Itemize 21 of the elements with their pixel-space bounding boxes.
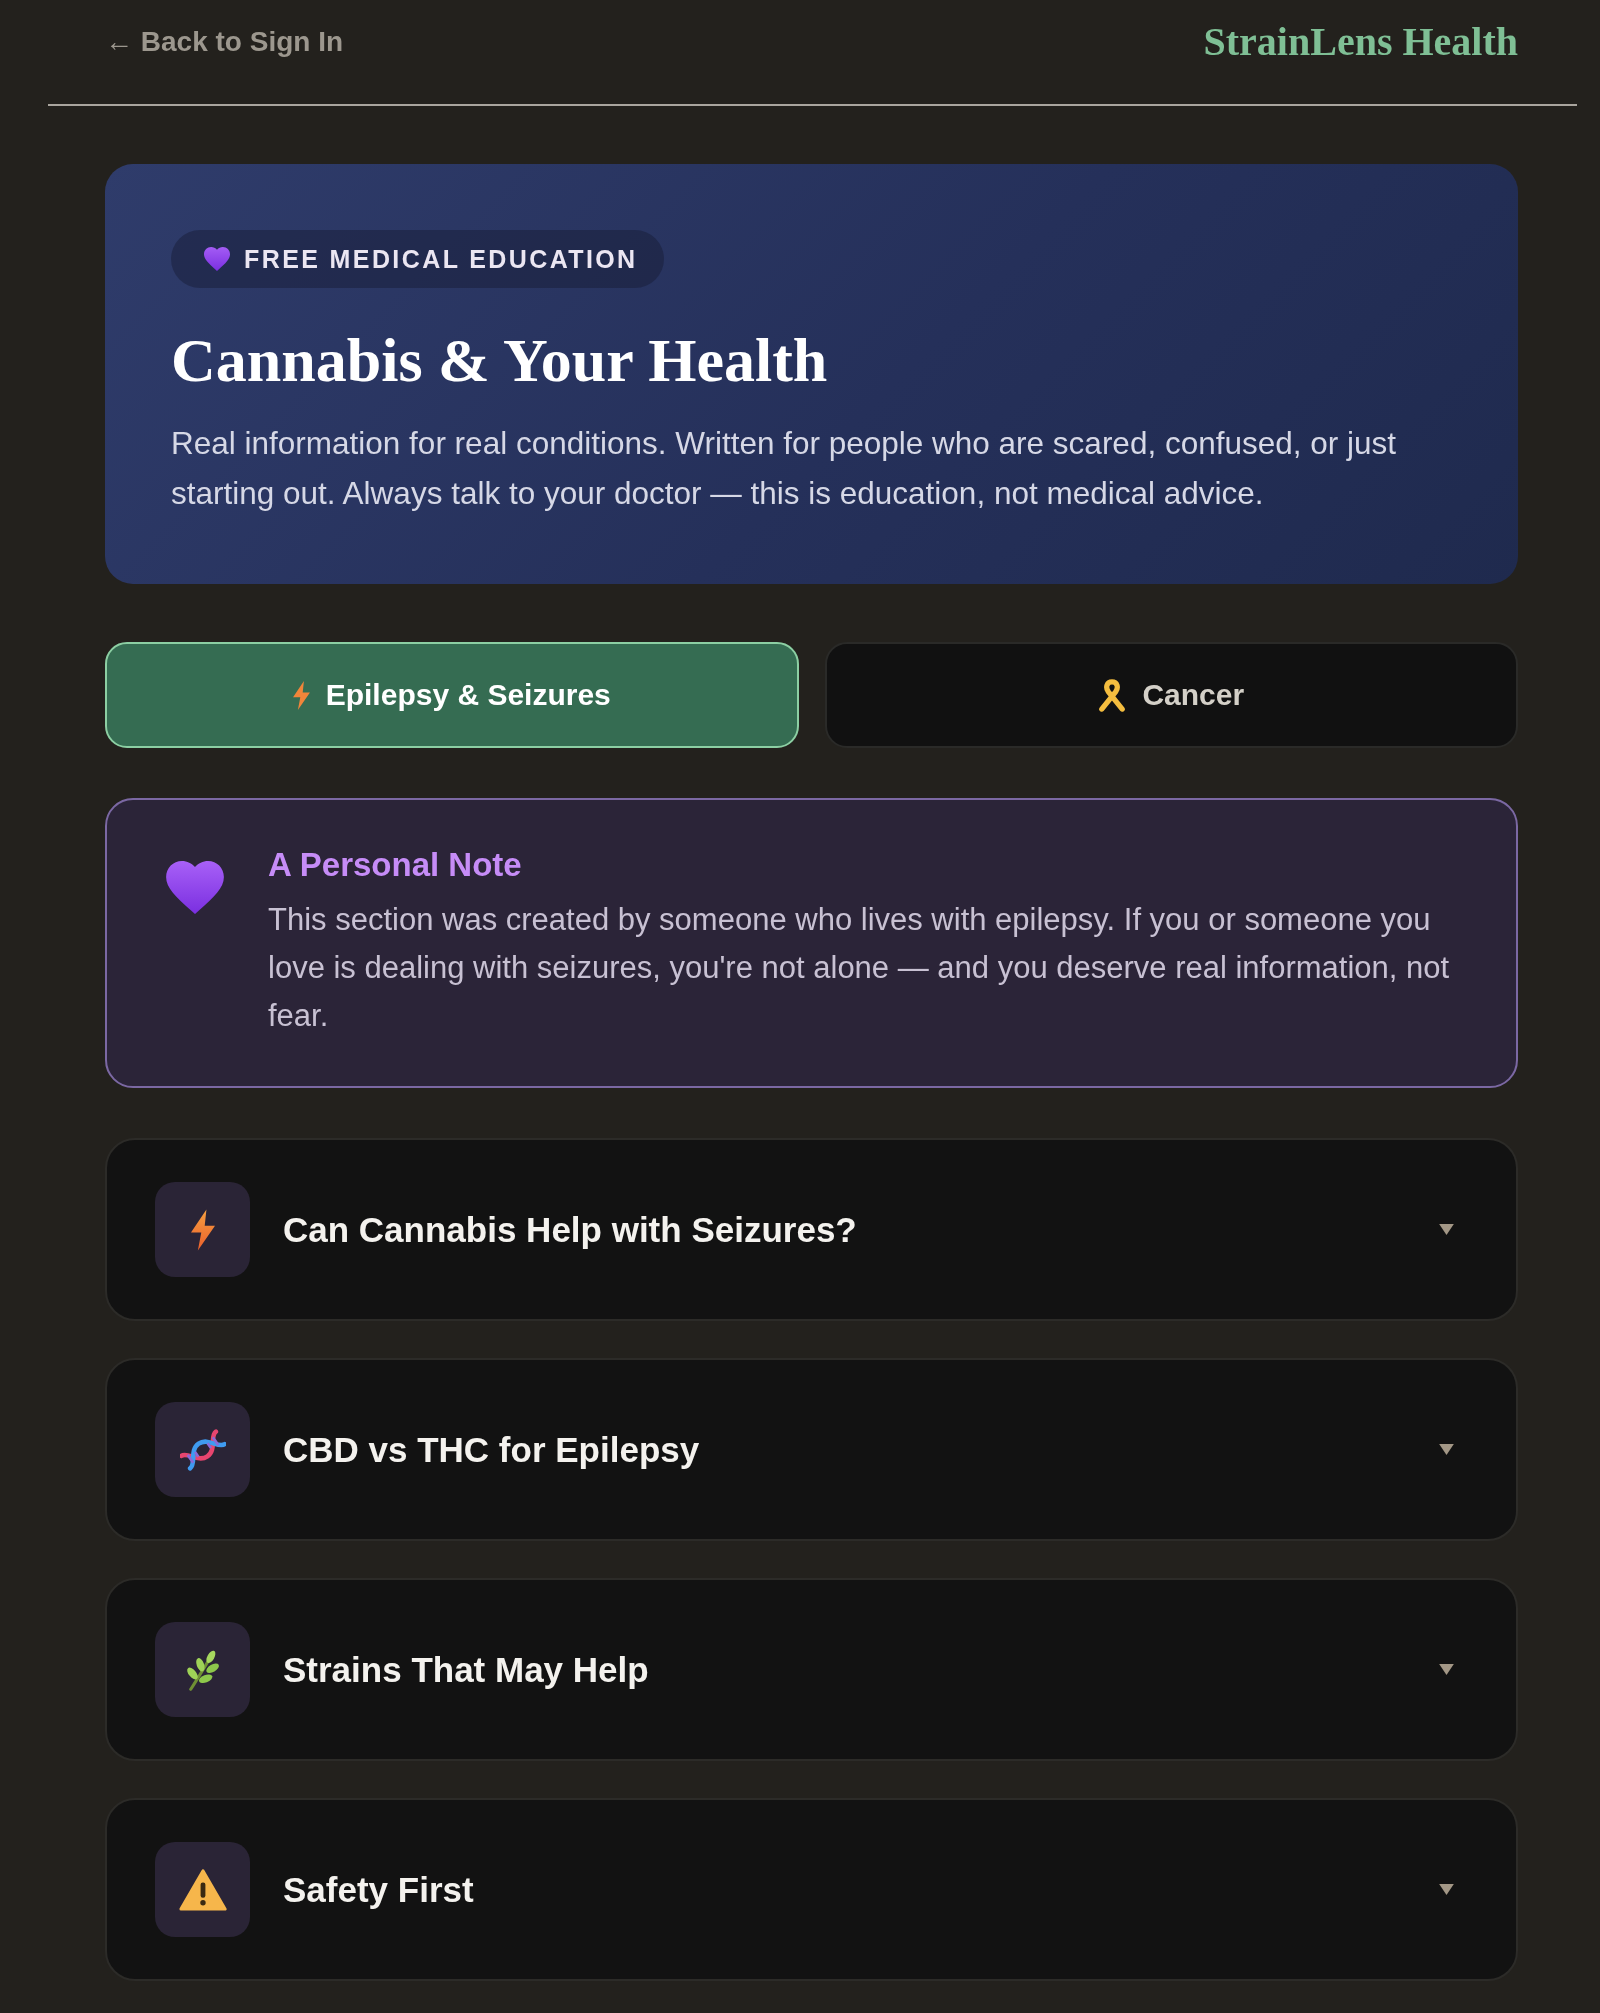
accordion-header[interactable]: Can Cannabis Help with Seizures? xyxy=(105,1138,1518,1321)
tab[interactable]: Cancer xyxy=(824,642,1518,748)
warning-icon xyxy=(155,1842,250,1937)
accordion-header[interactable]: Safety First xyxy=(105,1798,1518,1981)
accordion-header[interactable]: CBD vs THC for Epilepsy xyxy=(105,1358,1518,1541)
badge-label: FREE MEDICAL EDUCATION xyxy=(244,244,638,274)
ribbon-icon xyxy=(1098,678,1127,712)
heart-icon xyxy=(204,247,230,271)
hero-title: Cannabis & Your Health xyxy=(171,325,828,396)
brand-name: StrainLens Health xyxy=(1203,20,1518,64)
note-title: A Personal Note xyxy=(268,845,523,885)
lightning-icon xyxy=(155,1182,250,1277)
note-body: This section was created by someone who lives with epilepsy. If you or someone you love is dealing with seizures, you're not alone — and you deserve real information, not fear. xyxy=(268,901,1451,1035)
leaf-sprig-icon xyxy=(155,1622,250,1717)
tab[interactable]: Epilepsy & Seizures xyxy=(105,642,799,748)
lightning-icon xyxy=(292,680,310,710)
accordion-header[interactable]: Strains That May Help xyxy=(105,1578,1518,1761)
dna-icon xyxy=(155,1402,250,1497)
hero-description: Real information for real conditions. Written for people who are scared, confused, or just starting out. Always talk to your doctor — this is education, not medical advice. xyxy=(171,424,1398,513)
heart-icon xyxy=(166,861,224,914)
back-link[interactable]: ← Back to Sign In xyxy=(105,20,344,64)
